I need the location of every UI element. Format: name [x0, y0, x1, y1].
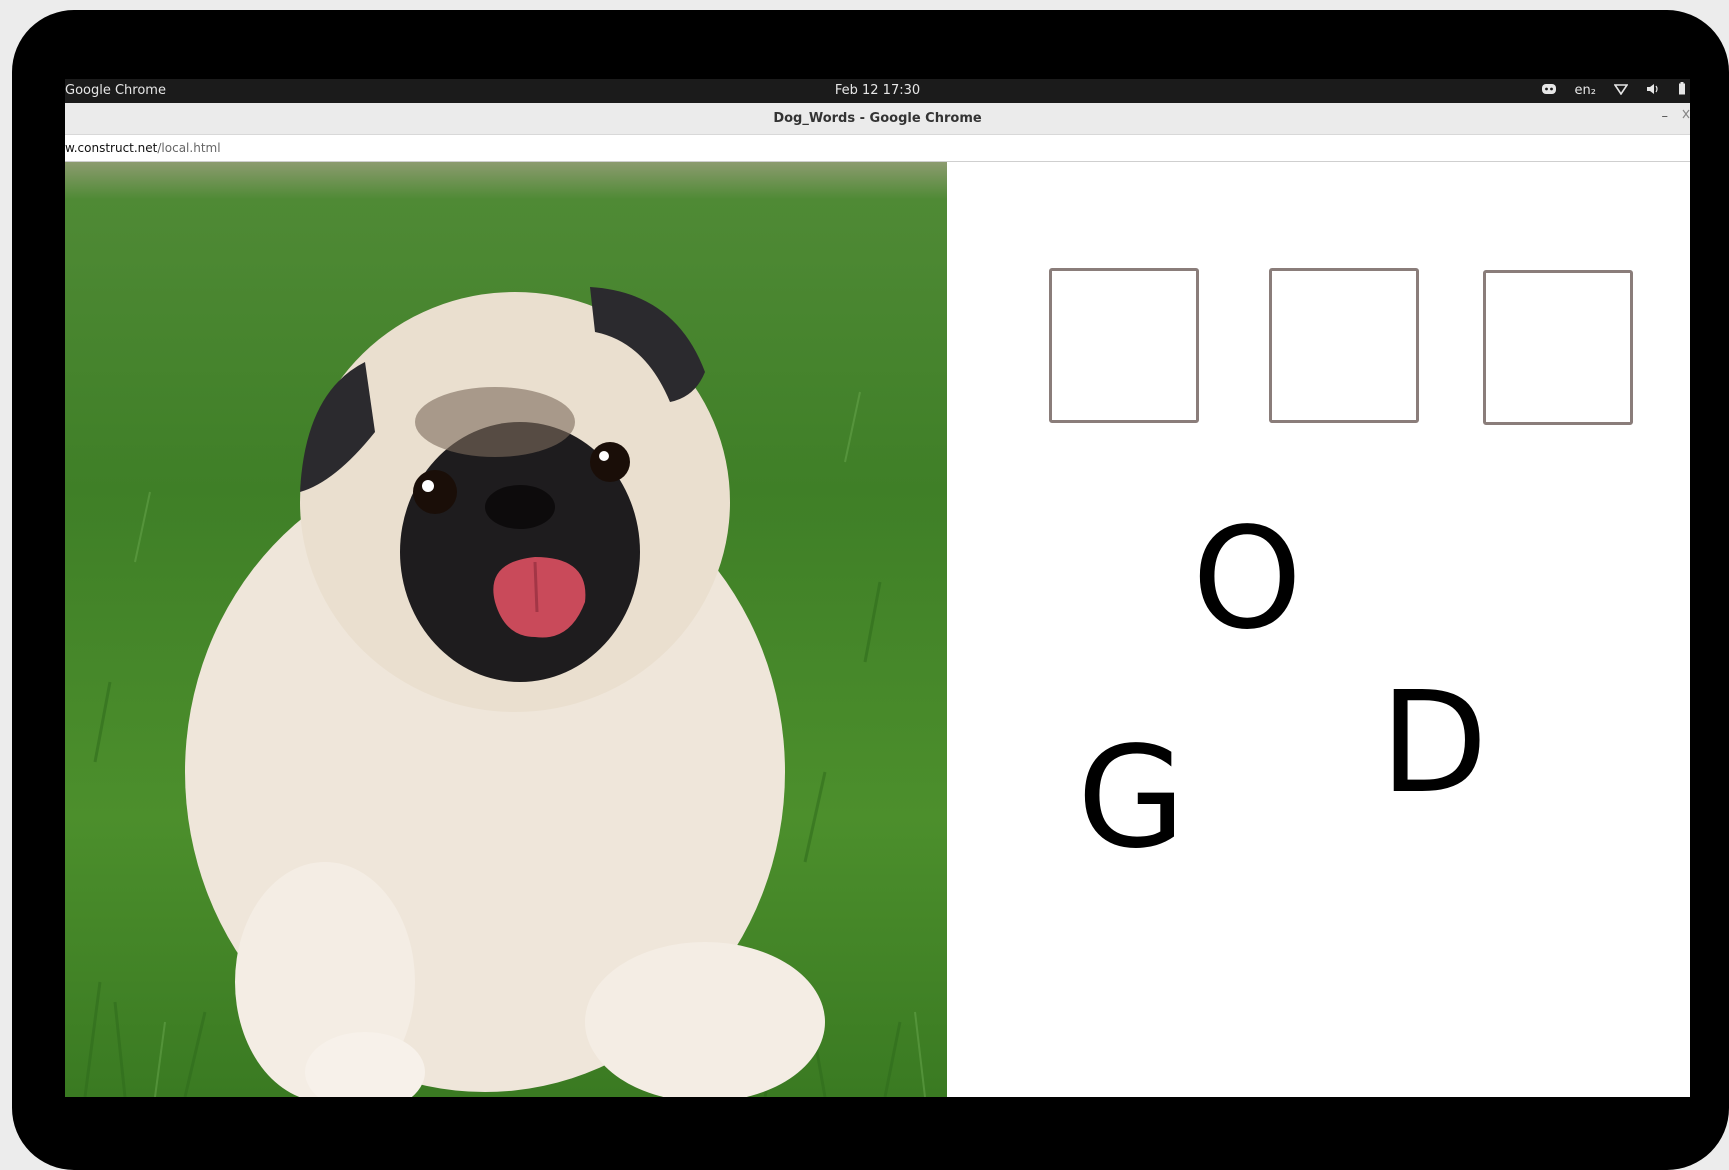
draggable-letter-o[interactable]: O: [1192, 510, 1302, 650]
close-icon[interactable]: [1682, 109, 1690, 122]
volume-icon[interactable]: [1646, 83, 1660, 99]
language-indicator[interactable]: en₂: [1575, 83, 1596, 98]
system-tray[interactable]: en₂: [1541, 82, 1686, 99]
letter-slot-3[interactable]: [1483, 270, 1633, 425]
system-top-bar: Google Chrome Feb 12 17:30 en₂: [65, 79, 1690, 103]
pug-photo: [65, 162, 947, 1097]
draggable-letter-g[interactable]: G: [1077, 729, 1186, 869]
address-bar[interactable]: w.construct.net/local.html: [65, 135, 1690, 162]
device-frame: Google Chrome Feb 12 17:30 en₂ Dog_Words…: [12, 10, 1729, 1170]
window-title: Dog_Words - Google Chrome: [773, 111, 982, 126]
letter-slot-2[interactable]: [1269, 268, 1419, 423]
minimize-button[interactable]: –: [1662, 109, 1669, 124]
discord-icon[interactable]: [1541, 83, 1557, 99]
url-path: /local.html: [157, 141, 221, 155]
url-host: w.construct.net: [65, 141, 158, 155]
wifi-icon[interactable]: [1613, 83, 1629, 99]
battery-icon[interactable]: [1678, 82, 1686, 99]
draggable-letter-d[interactable]: D: [1380, 674, 1488, 814]
game-canvas[interactable]: O G D: [65, 162, 1690, 1097]
letter-slot-1[interactable]: [1049, 268, 1199, 423]
url-text[interactable]: w.construct.net/local.html: [65, 141, 221, 155]
browser-title-bar[interactable]: Dog_Words - Google Chrome –: [65, 103, 1690, 135]
screen: Google Chrome Feb 12 17:30 en₂ Dog_Words…: [65, 79, 1690, 1097]
clock[interactable]: Feb 12 17:30: [65, 83, 1690, 98]
